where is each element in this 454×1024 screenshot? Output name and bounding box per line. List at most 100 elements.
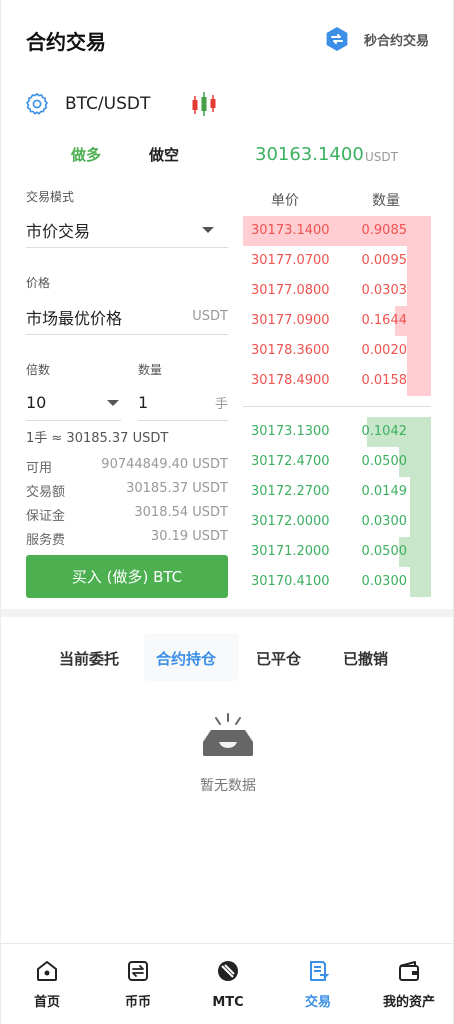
exchange-icon — [128, 961, 148, 981]
ask-row[interactable]: 30177.0900 0.1644 — [243, 306, 431, 336]
bid-qty: 0.0500 — [361, 544, 408, 559]
bid-price: 30170.4100 — [251, 574, 330, 589]
lot-note-text: 1手 ≈ 30185.37 USDT — [26, 431, 169, 446]
ask-qty: 0.0303 — [361, 283, 408, 298]
buy-long-button[interactable]: 买入 (做多) BTC — [26, 555, 228, 598]
nav-mtc[interactable]: MTC — [188, 959, 268, 1010]
ask-qty: 0.0095 — [361, 253, 408, 268]
price-field[interactable]: 市场最优价格 USDT — [26, 299, 228, 335]
quick-contract-button[interactable]: 秒合约交易 — [324, 25, 429, 53]
ask-qty: 0.0020 — [361, 343, 408, 358]
quantity-unit: 手 — [214, 397, 228, 412]
last-price-unit: USDT — [365, 150, 398, 164]
quantity-label: 数量 — [138, 363, 163, 377]
nav-assets[interactable]: 我的资产 — [369, 959, 449, 1010]
nav-home[interactable]: 首页 — [7, 959, 87, 1010]
leverage-value: 10 — [26, 393, 47, 412]
nav-label: 币币 — [124, 995, 151, 1010]
ask-price: 30173.1400 — [251, 223, 330, 238]
info-label: 保证金 — [26, 509, 66, 524]
ask-price: 30178.3600 — [251, 343, 330, 358]
nav-exchange[interactable]: 币币 — [98, 959, 178, 1010]
pair-row: BTC/USDT — [25, 90, 218, 118]
nav-label: MTC — [212, 995, 244, 1010]
orderbook-price-header: 单价 — [271, 193, 299, 209]
trade-mode-label: 交易模式 — [26, 190, 75, 204]
info-value: 3018.54 USDT — [134, 505, 228, 520]
tab-open-orders[interactable]: 当前委托 — [59, 648, 119, 669]
bid-price: 30172.4700 — [251, 454, 330, 469]
trade-mode-select[interactable]: 市价交易 — [26, 212, 228, 248]
ask-row[interactable]: 30178.4900 0.0158 — [243, 366, 431, 396]
depth-bar — [407, 366, 431, 396]
price-unit: USDT — [192, 309, 228, 324]
bid-qty: 0.0300 — [361, 514, 408, 529]
ask-row[interactable]: 30177.0700 0.0095 — [243, 246, 431, 276]
ask-price: 30177.0700 — [251, 253, 330, 268]
quantity-value: 1 — [138, 393, 149, 412]
bid-row[interactable]: 30170.4100 0.0300 — [243, 567, 431, 597]
bid-qty: 0.0149 — [361, 484, 408, 499]
section-divider — [1, 609, 453, 617]
pair-name[interactable]: BTC/USDT — [65, 94, 150, 114]
price-label: 价格 — [26, 276, 51, 290]
tab-cancelled[interactable]: 已撤销 — [343, 648, 388, 669]
info-value: 30.19 USDT — [150, 529, 228, 544]
depth-bar — [410, 477, 431, 507]
chevron-down-icon — [202, 227, 214, 233]
tab-closed[interactable]: 已平仓 — [256, 648, 301, 669]
depth-bar — [410, 567, 431, 597]
bid-qty: 0.1042 — [361, 424, 408, 439]
header: 合约交易 秒合约交易 — [1, 0, 453, 78]
info-row-margin: 保证金 3018.54 USDT — [26, 505, 228, 524]
nav-trade[interactable]: 交易 — [278, 959, 358, 1010]
short-tab[interactable]: 做空 — [149, 144, 179, 165]
wallet-icon — [399, 961, 419, 981]
page-title: 合约交易 — [26, 30, 106, 54]
bid-row[interactable]: 30173.1300 0.1042 — [243, 417, 431, 447]
ask-row[interactable]: 30173.1400 0.9085 — [243, 216, 431, 246]
depth-bar — [407, 276, 431, 306]
depth-bar — [407, 246, 431, 276]
bid-price: 30172.0000 — [251, 514, 330, 529]
bid-row[interactable]: 30172.2700 0.0149 — [243, 477, 431, 507]
ask-qty: 0.1644 — [361, 313, 408, 328]
trade-icon — [310, 961, 330, 981]
ask-row[interactable]: 30178.3600 0.0020 — [243, 336, 431, 366]
last-price: 30163.1400 — [255, 144, 364, 165]
depth-bar — [410, 507, 431, 537]
orderbook-qty-header: 数量 — [372, 193, 400, 209]
bid-row[interactable]: 30172.4700 0.0500 — [243, 447, 431, 477]
nav-label: 交易 — [304, 995, 331, 1010]
swap-icon — [326, 27, 348, 51]
ask-qty: 0.0158 — [361, 373, 408, 388]
empty-state-text: 暂无数据 — [200, 778, 256, 794]
tab-positions[interactable]: 合约持仓 — [156, 648, 216, 669]
quick-contract-label: 秒合约交易 — [363, 33, 429, 49]
contract-trade-page: 合约交易 秒合约交易 BTC/USDT 做多 做空 30163.1400 USD… — [0, 0, 454, 1024]
info-label: 交易额 — [26, 485, 66, 500]
bid-price: 30173.1300 — [251, 424, 330, 439]
bid-row[interactable]: 30171.2000 0.0500 — [243, 537, 431, 567]
info-value: 30185.37 USDT — [126, 481, 228, 496]
info-value: 90744849.40 USDT — [101, 457, 228, 472]
ask-row[interactable]: 30177.0800 0.0303 — [243, 276, 431, 306]
gear-icon[interactable] — [25, 92, 49, 116]
trade-mode-value: 市价交易 — [26, 221, 91, 241]
leverage-select[interactable]: 10 — [26, 385, 121, 421]
candlestick-icon[interactable] — [190, 90, 218, 118]
ask-price: 30178.4900 — [251, 373, 330, 388]
long-tab[interactable]: 做多 — [71, 144, 101, 165]
quantity-input[interactable]: 1 手 — [138, 385, 228, 421]
home-icon — [37, 961, 57, 981]
info-label: 服务费 — [26, 533, 66, 548]
chevron-down-icon — [107, 400, 119, 406]
bid-price: 30172.2700 — [251, 484, 330, 499]
leverage-label: 倍数 — [26, 363, 51, 377]
nav-label: 首页 — [33, 995, 60, 1010]
bid-qty: 0.0300 — [361, 574, 408, 589]
bid-row[interactable]: 30172.0000 0.0300 — [243, 507, 431, 537]
ask-price: 30177.0800 — [251, 283, 330, 298]
ask-qty: 0.9085 — [361, 223, 408, 238]
empty-inbox-icon — [203, 713, 253, 756]
